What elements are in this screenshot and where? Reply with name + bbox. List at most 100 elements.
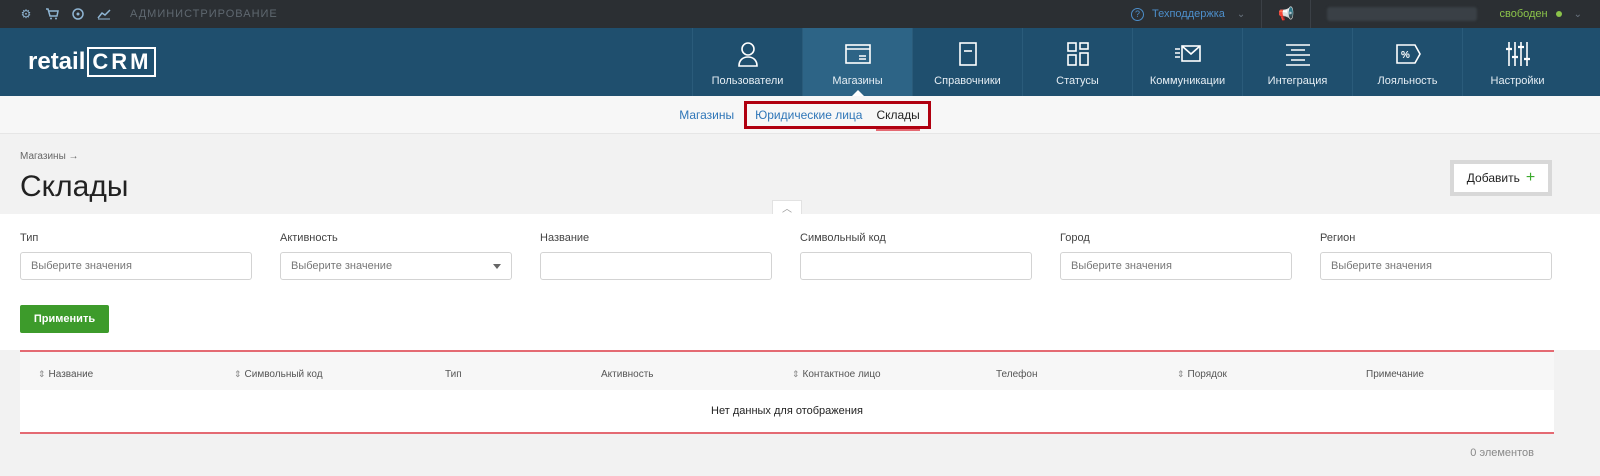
column-activity: Активность xyxy=(601,369,654,380)
filter-label: Тип xyxy=(20,232,39,244)
nav-item-settings[interactable]: Настройки xyxy=(1462,28,1572,96)
nav-label: Пользователи xyxy=(711,75,784,87)
admin-topbar: ⚙ АДМИНИСТРИРОВАНИЕ ? Техподдержка ⌄ 📢 с… xyxy=(0,0,1600,28)
column-label: Название xyxy=(48,369,94,380)
activity-select[interactable]: Выберите значение xyxy=(280,252,512,280)
highlight-box: Юридические лица Склады xyxy=(744,100,931,131)
store-icon xyxy=(844,44,871,64)
type-select[interactable]: Выберите значения xyxy=(20,252,252,280)
column-note: Примечание xyxy=(1366,369,1424,380)
user-name-blurred[interactable] xyxy=(1327,7,1478,21)
admin-label[interactable]: АДМИНИСТРИРОВАНИЕ xyxy=(130,8,278,20)
subnav-warehouses[interactable]: Склады xyxy=(876,108,921,131)
activity-select-value: Выберите значение xyxy=(291,260,393,272)
code-input[interactable] xyxy=(800,252,1032,280)
add-button[interactable]: Добавить + xyxy=(1450,160,1552,196)
logo-crm: CRM xyxy=(87,47,157,77)
nav-label: Лояльность xyxy=(1377,75,1438,87)
subnav-legal-entities[interactable]: Юридические лица xyxy=(755,108,862,122)
filter-label: Название xyxy=(540,232,590,244)
chevron-down-icon[interactable]: ⌄ xyxy=(1574,9,1582,20)
grid-icon xyxy=(1066,42,1089,66)
sub-navigation: Магазины Юридические лица Склады xyxy=(0,96,1600,134)
filter-label: Регион xyxy=(1320,232,1356,244)
apply-button[interactable]: Применить xyxy=(20,305,109,333)
column-phone: Телефон xyxy=(996,369,1038,380)
breadcrumb[interactable]: Магазины → xyxy=(20,134,1600,162)
table-area: ⇕ Название ⇕ Символьный код Тип Активность… xyxy=(0,350,1600,476)
support-label: Техподдержка xyxy=(1151,8,1225,20)
filter-row: Тип Выберите значения Активность Выберит… xyxy=(20,232,1580,280)
subnav-shops[interactable]: Магазины xyxy=(679,108,734,122)
chart-line-icon[interactable] xyxy=(96,6,112,22)
mail-icon xyxy=(1174,45,1201,62)
cart-icon[interactable] xyxy=(44,6,60,22)
region-select[interactable]: Выберите значения xyxy=(1320,252,1552,280)
filter-name: Название xyxy=(540,232,800,280)
divider xyxy=(1261,0,1263,28)
page-header: Магазины → Склады Добавить + ︿ xyxy=(0,134,1600,215)
gear-icon[interactable]: ⚙ xyxy=(18,6,34,22)
status-dot xyxy=(1555,11,1562,17)
plus-icon: + xyxy=(1525,169,1536,186)
user-icon xyxy=(737,42,758,67)
user-status[interactable]: свободен xyxy=(1499,8,1547,20)
sort-icon: ⇕ xyxy=(234,369,242,379)
nav-label: Справочники xyxy=(934,75,1001,87)
column-order[interactable]: ⇕ Порядок xyxy=(1177,369,1227,380)
megaphone-icon[interactable]: 📢 xyxy=(1278,6,1294,22)
column-contact[interactable]: ⇕ Контактное лицо xyxy=(792,369,881,380)
column-code[interactable]: ⇕ Символьный код xyxy=(234,369,323,380)
column-name[interactable]: ⇕ Название xyxy=(38,369,93,380)
collapse-filters-toggle[interactable]: ︿ xyxy=(772,200,802,215)
nav-label: Коммуникации xyxy=(1149,75,1226,87)
nav-item-shops[interactable]: Магазины xyxy=(802,28,912,96)
sliders-icon xyxy=(1505,42,1530,66)
nav-label: Магазины xyxy=(832,75,883,87)
page-title: Склады xyxy=(20,170,129,203)
table-empty-row: Нет данных для отображения xyxy=(20,390,1554,434)
nav-item-statuses[interactable]: Статусы xyxy=(1022,28,1132,96)
filter-type: Тип Выберите значения xyxy=(20,232,280,280)
main-header: retail CRM Пользователи Магазины Справочн… xyxy=(0,28,1600,96)
filter-label: Символьный код xyxy=(800,232,886,244)
support-link[interactable]: ? Техподдержка ⌄ xyxy=(1130,7,1245,21)
column-label: Контактное лицо xyxy=(802,369,881,380)
name-input[interactable] xyxy=(540,252,772,280)
nav-label: Настройки xyxy=(1490,75,1545,87)
percent-tag-icon: % xyxy=(1395,44,1421,64)
logo-text: retail xyxy=(28,48,86,75)
chevron-up-icon: ︿ xyxy=(782,204,792,215)
nav-item-directories[interactable]: Справочники xyxy=(912,28,1022,96)
nav-item-users[interactable]: Пользователи xyxy=(692,28,802,96)
nav-item-loyalty[interactable]: % Лояльность xyxy=(1352,28,1462,96)
filter-code: Символьный код xyxy=(800,232,1060,280)
filter-city: Город Выберите значения xyxy=(1060,232,1320,280)
add-button-label: Добавить xyxy=(1466,171,1520,185)
sort-icon: ⇕ xyxy=(38,369,46,379)
question-icon: ? xyxy=(1130,7,1144,21)
filter-region: Регион Выберите значения xyxy=(1320,232,1580,280)
svg-text:%: % xyxy=(1401,50,1410,61)
column-label: Символьный код xyxy=(244,369,323,380)
nav-label: Статусы xyxy=(1056,75,1099,87)
total-count: 0 элементов xyxy=(1470,447,1534,459)
retailcrm-logo[interactable]: retail CRM xyxy=(0,28,692,96)
city-select[interactable]: Выберите значения xyxy=(1060,252,1292,280)
document-icon xyxy=(958,42,977,66)
divider xyxy=(1310,0,1312,28)
integration-icon xyxy=(1285,44,1310,66)
column-type: Тип xyxy=(445,369,462,380)
sort-icon: ⇕ xyxy=(792,369,800,379)
sort-icon: ⇕ xyxy=(1177,369,1185,379)
filter-activity: Активность Выберите значение xyxy=(280,232,540,280)
empty-message: Нет данных для отображения xyxy=(711,405,863,417)
caret-down-icon xyxy=(493,264,501,269)
nav-item-integration[interactable]: Интеграция xyxy=(1242,28,1352,96)
nav-label: Интеграция xyxy=(1267,75,1328,87)
filter-label: Активность xyxy=(280,232,338,244)
main-nav: Пользователи Магазины Справочники Статус… xyxy=(692,28,1572,96)
target-icon[interactable] xyxy=(70,6,86,22)
table-header: ⇕ Название ⇕ Символьный код Тип Активность… xyxy=(20,350,1554,390)
nav-item-communications[interactable]: Коммуникации xyxy=(1132,28,1242,96)
